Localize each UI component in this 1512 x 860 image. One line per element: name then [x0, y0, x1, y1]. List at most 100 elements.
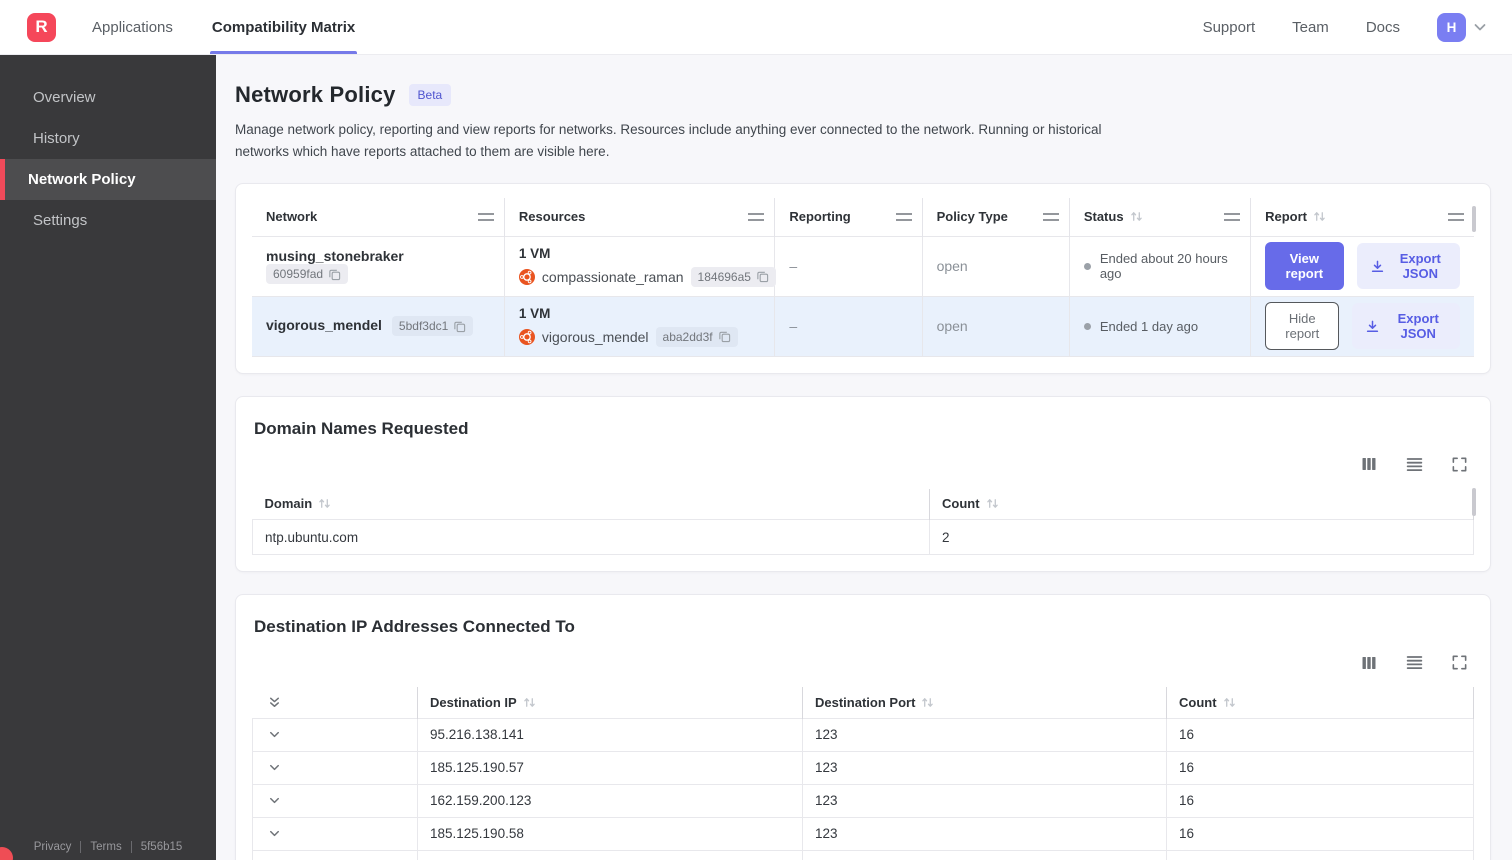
build-version: 5f56b15: [140, 841, 183, 853]
status-cell: Ended 1 day ago: [1069, 295, 1252, 357]
link-team[interactable]: Team: [1292, 19, 1329, 36]
expander-cell: [252, 783, 418, 818]
sidebar-item-overview[interactable]: Overview: [0, 77, 216, 118]
destination-port-cell: 123: [802, 783, 1167, 818]
policy-type-cell: open: [922, 295, 1070, 357]
domains-header-row: Domain Count: [253, 488, 1474, 520]
column-label: Resources: [518, 209, 586, 225]
chevron-down-icon[interactable]: [265, 793, 405, 808]
resource-id: 184696a5: [697, 269, 751, 284]
column-resize-handle[interactable]: [1224, 212, 1241, 221]
link-support[interactable]: Support: [1203, 19, 1256, 36]
column-label: Policy Type: [936, 209, 1008, 225]
resource-name: vigorous_mendel: [541, 328, 649, 345]
chevron-down-icon[interactable]: [265, 826, 405, 841]
export-json-label: Export JSON: [1397, 311, 1439, 342]
table-toolbar: [252, 653, 1468, 672]
expand-all-chevrons-icon[interactable]: [265, 695, 406, 710]
count-cell: 2: [929, 519, 1474, 556]
page-header: Network Policy Beta: [235, 82, 1491, 108]
column-resize-handle[interactable]: [895, 212, 912, 221]
reporting-cell: –: [774, 235, 923, 297]
count-cell: 16: [1166, 783, 1474, 818]
tab-applications[interactable]: Applications: [90, 0, 175, 54]
copy-icon[interactable]: [718, 330, 731, 343]
rows-icon[interactable]: [1405, 455, 1424, 474]
column-resize-handle[interactable]: [477, 212, 494, 221]
chevron-down-icon[interactable]: [265, 727, 405, 742]
sort-icon[interactable]: [921, 696, 934, 709]
sort-icon[interactable]: [986, 497, 999, 510]
app-logo-letter: R: [35, 17, 48, 36]
vertical-scrollbar[interactable]: [1472, 206, 1476, 233]
sort-icon[interactable]: [1313, 210, 1326, 223]
column-label: Report: [1265, 209, 1307, 225]
columns-icon[interactable]: [1360, 654, 1378, 672]
columns-icon[interactable]: [1360, 455, 1378, 473]
column-header-destination-ip: Destination IP: [417, 687, 803, 719]
column-header-domain: Domain: [253, 489, 930, 520]
column-label: Count: [942, 496, 980, 512]
copy-icon[interactable]: [756, 270, 769, 283]
networks-table: Network Resources Reporting Policy Type …: [252, 198, 1474, 357]
column-resize-handle[interactable]: [748, 212, 765, 221]
status-dot: [1083, 262, 1091, 270]
status-dot: [1083, 322, 1091, 330]
fullscreen-icon[interactable]: [1451, 456, 1468, 473]
card-title: Destination IP Addresses Connected To: [254, 617, 575, 637]
sort-icon[interactable]: [1223, 696, 1236, 709]
reporting-cell: –: [774, 295, 923, 357]
export-json-button[interactable]: Export JSON: [1356, 243, 1460, 290]
network-id: 5bdf3dc1: [398, 319, 449, 334]
column-resize-handle[interactable]: [1042, 212, 1059, 221]
rows-icon[interactable]: [1405, 653, 1424, 672]
sidebar-item-history[interactable]: History: [0, 118, 216, 159]
topbar-left: R Applications Compatibility Matrix: [0, 0, 392, 54]
column-label: Count: [1179, 694, 1217, 710]
user-avatar[interactable]: H: [1437, 12, 1466, 42]
sort-icon[interactable]: [1130, 210, 1143, 223]
status-cell: Ended about 20 hours ago: [1069, 235, 1252, 297]
user-menu-chevron-down-icon[interactable]: [1472, 19, 1488, 35]
app-logo[interactable]: R: [27, 12, 56, 42]
hide-report-button[interactable]: Hide report: [1265, 302, 1340, 351]
ubuntu-icon: [518, 268, 535, 285]
tab-compatibility-matrix[interactable]: Compatibility Matrix: [209, 0, 358, 54]
resources-summary: 1 VM: [518, 245, 551, 261]
destination-ip-cell: 185.125.190.57: [417, 750, 803, 785]
sidebar-item-settings[interactable]: Settings: [0, 200, 216, 241]
policy-type-cell: open: [922, 235, 1070, 297]
column-resize-handle[interactable]: [1448, 212, 1464, 221]
resource-id-badge: 184696a5: [690, 266, 776, 287]
destination-row: 95.216.100.21 123 16: [252, 849, 1474, 860]
column-header-reporting: Reporting: [774, 198, 923, 237]
column-label: Domain: [264, 496, 313, 512]
sort-icon[interactable]: [523, 696, 536, 709]
column-header-expander: [253, 687, 418, 718]
view-report-button[interactable]: View report: [1265, 242, 1344, 291]
vertical-scrollbar[interactable]: [1472, 487, 1476, 516]
destination-row: 185.125.190.58 123 16: [252, 816, 1474, 851]
card-title: Domain Names Requested: [254, 418, 469, 438]
destination-ip-cell: 185.125.190.58: [417, 816, 803, 851]
network-id-badge: 60959fad: [266, 264, 349, 285]
table-toolbar: [252, 455, 1468, 474]
fullscreen-icon[interactable]: [1451, 654, 1468, 671]
domain-cell: ntp.ubuntu.com: [252, 519, 930, 556]
copy-icon[interactable]: [453, 320, 466, 333]
top-navigation-bar: R Applications Compatibility Matrix Supp…: [0, 0, 1512, 55]
sort-icon[interactable]: [318, 497, 331, 510]
terms-link[interactable]: Terms: [90, 841, 121, 853]
destination-ip-cell: 95.216.100.21: [417, 849, 803, 860]
count-cell: 16: [1166, 849, 1474, 860]
network-name: musing_stonebraker: [266, 248, 404, 265]
sidebar-item-network-policy[interactable]: Network Policy: [0, 159, 216, 200]
chevron-down-icon[interactable]: [265, 760, 405, 775]
export-json-button[interactable]: Export JSON: [1352, 303, 1460, 350]
link-docs[interactable]: Docs: [1366, 19, 1400, 36]
copy-icon[interactable]: [328, 268, 341, 281]
download-icon: [1370, 259, 1385, 274]
privacy-link[interactable]: Privacy: [34, 841, 72, 853]
destination-port-cell: 123: [802, 849, 1167, 860]
report-cell: View report Export JSON: [1250, 235, 1474, 297]
